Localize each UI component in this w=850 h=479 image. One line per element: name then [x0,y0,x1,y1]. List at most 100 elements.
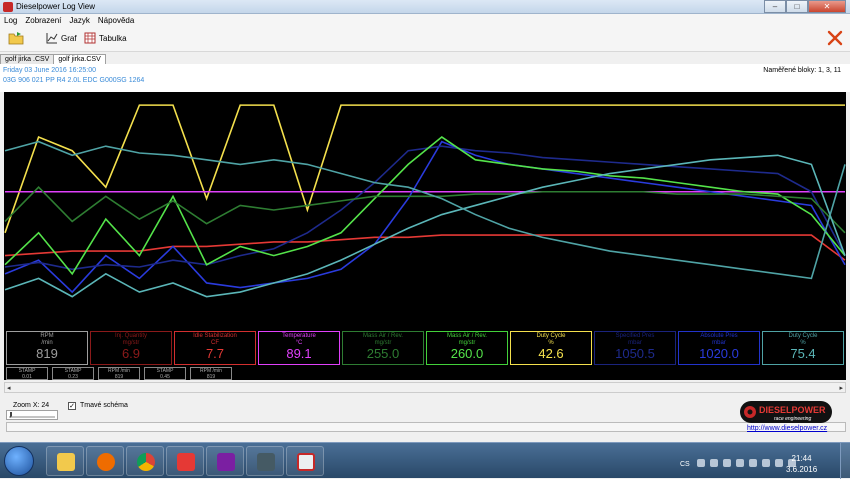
scroll-left-icon[interactable]: ◂ [7,384,11,392]
gauge-name: Idle Stabilization [193,333,237,339]
power-icon[interactable] [762,459,770,467]
menu-language[interactable]: Jazyk [65,16,93,25]
signal-icon[interactable] [775,459,783,467]
taskbar-dieselpower[interactable] [286,446,324,476]
chrome-icon [137,453,155,471]
taskbar-winrar[interactable] [206,446,244,476]
winrar-icon [217,453,235,471]
stamp-value: 819 [206,374,216,380]
gauge-mass-air-2: Mass Air / Rev. mg/str 260.0 [426,331,508,365]
clock[interactable]: 21:44 3.6.2016 [786,453,817,475]
clock-date: 3.6.2016 [786,465,818,474]
flag-icon[interactable] [723,459,731,467]
gauge-idle-stabilization: Idle Stabilization CF 7.7 [174,331,256,365]
log-chart[interactable] [4,92,846,328]
close-window-button[interactable]: ✕ [808,0,846,13]
taskbar-chrome[interactable] [126,446,164,476]
stamp-box: RPM /min 819 [98,367,140,380]
taskbar-explorer[interactable] [46,446,84,476]
gauge-value: 1050.5 [615,346,655,361]
table-button[interactable]: Tabulka [84,32,127,44]
gauge-name: Mass Air / Rev. [363,333,403,339]
bottom-panel: Zoom X: 24 ✓ Tmavé schéma DIESELPOWER ra… [0,393,850,442]
horizontal-scrollbar[interactable] [6,422,846,432]
gauge-duty-cycle-1: Duty Cycle % 42.6 [510,331,592,365]
gauge-name: Absolute Pres [700,333,738,339]
series-line-8 [4,140,846,280]
tab-file-2[interactable]: golf jirka.CSV [53,54,106,64]
update-icon[interactable] [736,459,744,467]
tray-icons [697,459,796,467]
info-bar: Friday 03 June 2016 16:25:00 03G 906 021… [0,64,850,92]
series-line-6 [4,186,846,234]
stamp-value: 0.45 [160,374,170,380]
gauge-value: 1020.0 [699,346,739,361]
open-folder-icon[interactable] [8,31,24,45]
language-indicator[interactable]: CS [680,461,690,468]
menu-log[interactable]: Log [0,16,21,25]
stamp-box: STAMP 0.01 [6,367,48,380]
gauge-name: RPM [40,333,54,339]
gauge-mass-air-1: Mass Air / Rev. mg/str 255.0 [342,331,424,365]
taskbar: CS 21:44 3.6.2016 [0,442,850,479]
graph-button[interactable]: Graf [46,32,77,44]
stamp-value: 0.23 [68,374,78,380]
chart-scrollbar[interactable]: ◂ ▸ [4,382,846,393]
zoom-label: Zoom X: 24 [13,402,50,409]
menu-help[interactable]: Nápověda [94,16,138,25]
chart-canvas [4,104,846,298]
dark-scheme-checkbox[interactable]: ✓ [68,402,76,410]
taskbar-app-terminal[interactable] [246,446,284,476]
series-line-5 [4,136,846,276]
gauge-rpm: RPM /min 819 [6,331,88,365]
taskbar-app-plus[interactable] [166,446,204,476]
window-controls: – □ ✕ [764,0,846,13]
folder-icon [57,453,75,471]
zoom-slider-thumb-icon[interactable] [7,411,57,419]
gauge-panel: RPM /min 819 Inj. Quantity mg/str 6.9 Id… [4,328,846,380]
minimize-button[interactable]: – [764,0,786,13]
dark-scheme-label: Tmavé schéma [80,402,128,409]
gauge-absolute-pres: Absolute Pres mbar 1020.0 [678,331,760,365]
zoom-slider[interactable] [6,410,58,420]
stamp-value: 819 [114,374,124,380]
gauge-value: 89.1 [286,346,312,361]
menu-view[interactable]: Zobrazení [21,16,65,25]
gauge-value: 819 [36,346,58,361]
window-title: Dieselpower Log View [16,2,96,11]
measured-blocks: Naměřené bloky: 1, 3, 11 [763,67,841,74]
stamp-box: STAMP 0.23 [52,367,94,380]
gauge-temperature: Temperature °C 89.1 [258,331,340,365]
svg-text:race engineering: race engineering [774,416,811,422]
stamp-box: STAMP 0.45 [144,367,186,380]
gauge-value: 7.7 [205,346,225,361]
maximize-button[interactable]: □ [786,0,808,13]
series-line-7 [4,154,846,298]
stamp-value: 0.01 [22,374,32,380]
start-button[interactable] [4,446,34,476]
close-log-icon[interactable] [826,29,844,47]
show-desktop-button[interactable] [840,443,850,479]
gauge-value: 42.6 [538,346,564,361]
clock-time: 21:44 [791,454,812,463]
gauge-value: 255.0 [366,346,400,361]
gauge-name: Mass Air / Rev. [447,333,487,339]
tab-file-1[interactable]: golf jirka .CSV [0,54,55,64]
scroll-right-icon[interactable]: ▸ [839,384,843,392]
gauge-value: 75.4 [790,346,816,361]
taskbar-media-player[interactable] [86,446,124,476]
show-hidden-icon[interactable] [697,459,705,467]
menu-bar: Log Zobrazení Jazyk Nápověda [0,14,850,26]
gauge-name: Duty Cycle [536,333,566,339]
website-link[interactable]: http://www.dieselpower.cz [747,425,827,432]
app-icon [3,1,13,12]
gauge-name: Duty Cycle [788,333,818,339]
network-icon[interactable] [710,459,718,467]
series-line-3 [4,140,846,294]
bluetooth-icon[interactable] [749,459,757,467]
gauge-name: Inj. Quantity [114,333,147,339]
toolbar: Graf Tabulka [0,26,850,52]
dieselpower-logo: DIESELPOWER race engineering [740,401,832,423]
gauge-value: 6.9 [121,346,141,361]
media-player-icon [97,453,115,471]
